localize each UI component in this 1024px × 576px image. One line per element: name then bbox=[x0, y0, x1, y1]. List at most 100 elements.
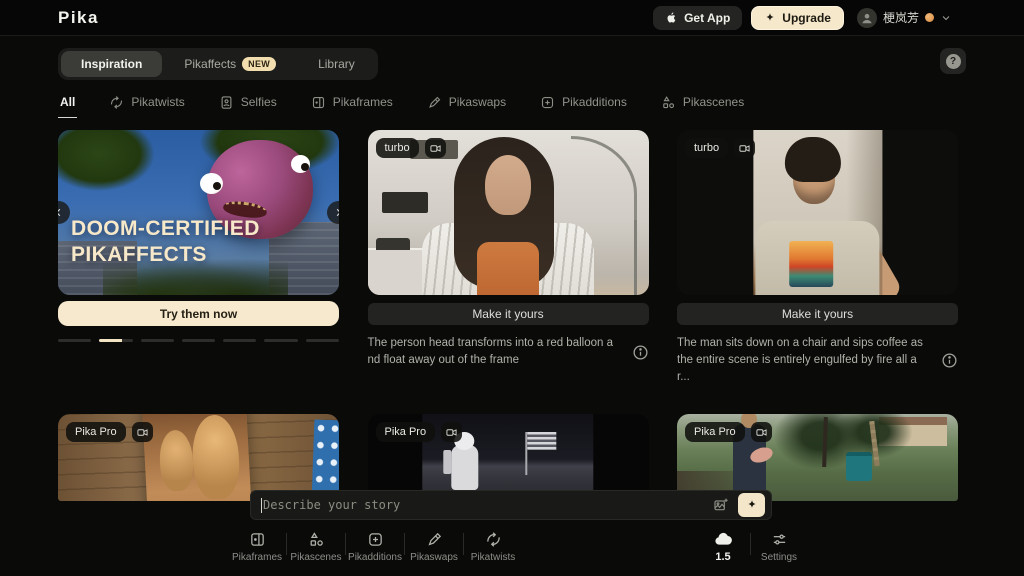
top-bar: Pika Get App Upgrade 梗岚芳 bbox=[0, 0, 1024, 36]
filter-selfies-label: Selfies bbox=[241, 95, 277, 109]
carousel-indicator[interactable] bbox=[58, 339, 91, 342]
filter-pikadditions[interactable]: Pikadditions bbox=[538, 91, 629, 118]
model-version-button[interactable]: 1.5 bbox=[696, 528, 750, 563]
carousel-indicator[interactable] bbox=[223, 339, 256, 342]
bottom-nav-tools: Pikaframes Pikascenes Pikadditions Pikas… bbox=[228, 528, 522, 563]
main-tabs-row: Inspiration Pikaffects NEW Library ? bbox=[58, 48, 966, 80]
filter-pikaswaps-label: Pikaswaps bbox=[449, 95, 506, 109]
get-app-button[interactable]: Get App bbox=[653, 6, 742, 30]
nav-settings[interactable]: Settings bbox=[751, 528, 807, 563]
story-input[interactable] bbox=[263, 498, 711, 512]
video-remix-icon bbox=[425, 138, 446, 158]
carousel-indicator-active[interactable] bbox=[99, 339, 132, 342]
filter-pikatwists[interactable]: Pikatwists bbox=[107, 91, 186, 118]
video-remix-icon bbox=[734, 138, 755, 158]
user-menu[interactable]: 梗岚芳 bbox=[853, 8, 952, 28]
nav-label: Pikaswaps bbox=[410, 552, 458, 563]
pikascenes-icon bbox=[308, 531, 325, 548]
content-grid: DOOM-CERTIFIED PIKAFFECTS Try them now t… bbox=[58, 130, 958, 501]
tab-inspiration[interactable]: Inspiration bbox=[61, 51, 162, 77]
make-it-yours-button[interactable]: Make it yours bbox=[677, 303, 958, 325]
try-them-now-button[interactable]: Try them now bbox=[58, 301, 339, 326]
feature-title-line1: DOOM-CERTIFIED bbox=[71, 216, 260, 242]
info-icon[interactable] bbox=[941, 352, 958, 369]
carousel-indicator[interactable] bbox=[141, 339, 174, 342]
avatar bbox=[857, 8, 877, 28]
make-it-yours-button[interactable]: Make it yours bbox=[368, 303, 649, 325]
pika-pro-badge: Pika Pro bbox=[66, 422, 126, 442]
attach-image-button[interactable] bbox=[711, 495, 731, 515]
nav-pikadditions[interactable]: Pikadditions bbox=[346, 528, 404, 563]
pro-card-garden: Pika Pro bbox=[677, 414, 958, 501]
example-description-row: The man sits down on a chair and sips co… bbox=[677, 335, 958, 386]
selfie-icon bbox=[219, 95, 234, 110]
nav-label: Pikadditions bbox=[348, 552, 402, 563]
help-button[interactable]: ? bbox=[940, 48, 966, 74]
filter-selfies[interactable]: Selfies bbox=[217, 91, 279, 118]
example-description: The person head transforms into a red ba… bbox=[368, 335, 632, 369]
carousel-indicator[interactable] bbox=[182, 339, 215, 342]
video-badges: Pika Pro bbox=[685, 422, 772, 442]
upgrade-button[interactable]: Upgrade bbox=[751, 6, 844, 30]
portrait-strip bbox=[753, 130, 882, 295]
example-card-fire: turbo Make it yours The man sits down on… bbox=[677, 130, 958, 386]
pikatwists-icon bbox=[485, 531, 502, 548]
video-remix-icon bbox=[132, 422, 153, 442]
video-remix-icon bbox=[441, 422, 462, 442]
lion-book-illustration: MON bbox=[141, 414, 253, 501]
example-description-row: The person head transforms into a red ba… bbox=[368, 335, 649, 369]
tab-library[interactable]: Library bbox=[298, 51, 375, 77]
carousel-indicator[interactable] bbox=[264, 339, 297, 342]
top-bar-actions: Get App Upgrade 梗岚芳 bbox=[653, 6, 952, 30]
blue-book-decor bbox=[312, 420, 339, 496]
tab-inspiration-label: Inspiration bbox=[81, 57, 142, 71]
pro-video-lions[interactable]: Pika Pro MON bbox=[58, 414, 339, 501]
feature-video[interactable]: DOOM-CERTIFIED PIKAFFECTS bbox=[58, 130, 339, 295]
pika-pro-badge: Pika Pro bbox=[685, 422, 745, 442]
pro-card-moon: Pika Pro bbox=[368, 414, 649, 501]
username: 梗岚芳 bbox=[883, 9, 919, 26]
pro-video-garden[interactable]: Pika Pro bbox=[677, 414, 958, 501]
filter-all[interactable]: All bbox=[58, 91, 77, 118]
generate-button[interactable] bbox=[738, 493, 765, 517]
nav-pikaswaps[interactable]: Pikaswaps bbox=[405, 528, 463, 563]
chevron-down-icon bbox=[940, 12, 952, 24]
info-icon[interactable] bbox=[632, 344, 649, 361]
pro-video-moon[interactable]: Pika Pro bbox=[368, 414, 649, 501]
person-illustration bbox=[477, 242, 539, 295]
cloud-icon bbox=[713, 531, 733, 547]
example-video-balloon[interactable]: turbo bbox=[368, 130, 649, 295]
nav-label: Pikatwists bbox=[471, 552, 515, 563]
carousel-indicator[interactable] bbox=[306, 339, 339, 342]
nav-pikascenes[interactable]: Pikascenes bbox=[287, 528, 345, 563]
tab-pikaffects[interactable]: Pikaffects NEW bbox=[164, 51, 296, 77]
nav-pikaframes[interactable]: Pikaframes bbox=[228, 528, 286, 563]
carousel-next-button[interactable] bbox=[327, 201, 339, 224]
filter-all-label: All bbox=[60, 95, 75, 109]
carousel-prev-button[interactable] bbox=[58, 201, 70, 224]
filter-pikascenes-label: Pikascenes bbox=[683, 95, 744, 109]
lamp-decor bbox=[571, 136, 637, 226]
feature-title-line2: PIKAFFECTS bbox=[71, 242, 260, 268]
bin-decor bbox=[846, 452, 872, 481]
lamp-decor bbox=[634, 220, 637, 295]
turbo-badge: turbo bbox=[685, 138, 728, 158]
monster-eye bbox=[291, 155, 310, 173]
feature-title: DOOM-CERTIFIED PIKAFFECTS bbox=[71, 216, 260, 268]
prompt-bar bbox=[250, 490, 772, 520]
pika-pro-badge: Pika Pro bbox=[376, 422, 436, 442]
filter-pikaswaps[interactable]: Pikaswaps bbox=[425, 91, 508, 118]
filter-pikaframes[interactable]: Pikaframes bbox=[309, 91, 395, 118]
filter-pikadditions-label: Pikadditions bbox=[562, 95, 627, 109]
filter-pikatwists-label: Pikatwists bbox=[131, 95, 184, 109]
tab-library-label: Library bbox=[318, 57, 355, 71]
pikaswaps-icon bbox=[427, 95, 442, 110]
filter-pikaframes-label: Pikaframes bbox=[333, 95, 393, 109]
pikadditions-icon bbox=[540, 95, 555, 110]
example-video-fire[interactable]: turbo bbox=[677, 130, 958, 295]
filter-pikascenes[interactable]: Pikascenes bbox=[659, 91, 746, 118]
video-badges: turbo bbox=[685, 138, 755, 158]
pika-logo[interactable]: Pika bbox=[58, 8, 99, 28]
flag-illustration bbox=[525, 432, 527, 475]
nav-pikatwists[interactable]: Pikatwists bbox=[464, 528, 522, 563]
